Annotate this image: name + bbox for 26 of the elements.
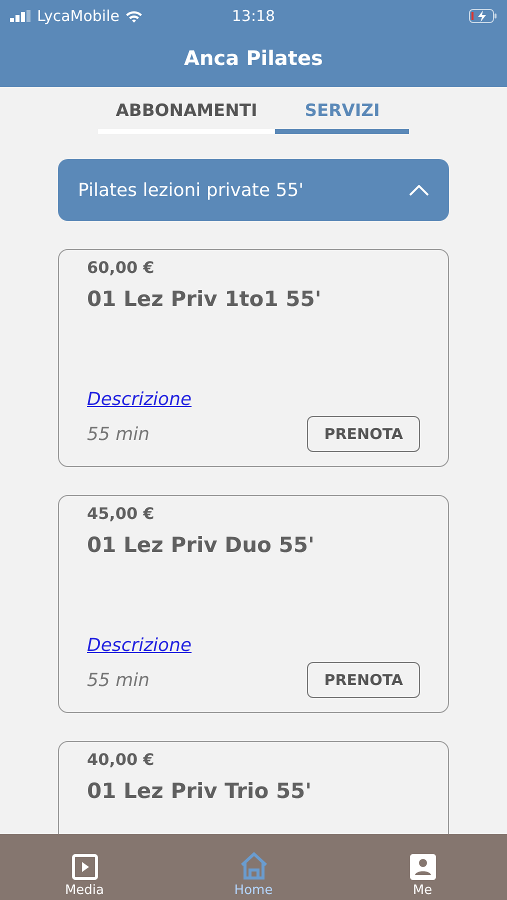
home-icon bbox=[240, 852, 268, 880]
nav-item[interactable]: Me bbox=[338, 834, 507, 900]
price: 45,00 € bbox=[87, 504, 154, 523]
nav-item[interactable]: Media bbox=[0, 834, 169, 900]
status-time: 13:18 bbox=[232, 7, 276, 25]
play-icon bbox=[72, 854, 98, 880]
duration: 55 min bbox=[87, 670, 150, 690]
book-button[interactable]: PRENOTA bbox=[307, 416, 420, 452]
battery-charging-icon bbox=[469, 9, 497, 23]
signal-icon bbox=[10, 10, 32, 22]
description-link[interactable]: Descrizione bbox=[87, 389, 192, 410]
tab[interactable]: ABBONAMENTI bbox=[98, 97, 276, 134]
app-title: Anca Pilates bbox=[184, 46, 323, 70]
wifi-icon bbox=[124, 10, 142, 22]
carrier-name: LycaMobile bbox=[37, 7, 120, 25]
service-name: 01 Lez Priv 1to1 55' bbox=[87, 287, 322, 311]
category-accordion[interactable]: Pilates lezioni private 55' bbox=[58, 159, 449, 221]
duration: 55 min bbox=[87, 424, 150, 444]
book-button[interactable]: PRENOTA bbox=[307, 662, 420, 698]
price: 60,00 € bbox=[87, 258, 154, 277]
service-name: 01 Lez Priv Trio 55' bbox=[87, 779, 312, 803]
service-name: 01 Lez Priv Duo 55' bbox=[87, 533, 314, 557]
description-link[interactable]: Descrizione bbox=[87, 635, 192, 656]
price: 40,00 € bbox=[87, 750, 154, 769]
person-icon bbox=[410, 854, 436, 880]
chevron-up-icon bbox=[409, 184, 429, 196]
